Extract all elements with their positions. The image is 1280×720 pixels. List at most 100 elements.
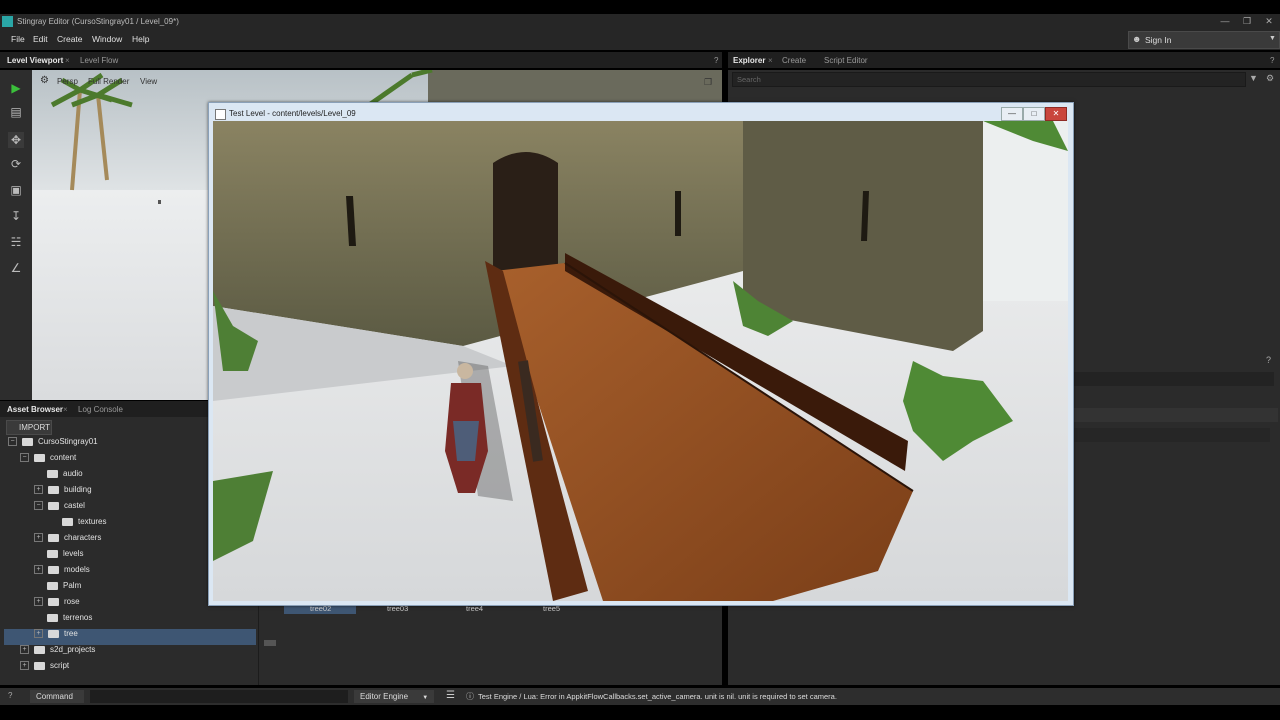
help-icon[interactable]: ? (1266, 355, 1271, 365)
place-icon[interactable]: ☵ (8, 234, 24, 250)
tree-item-s2d-projects[interactable]: + s2d_projects (4, 645, 256, 661)
title-bar: Stingray Editor (CursoStingray01 / Level… (0, 14, 1280, 30)
tab-asset-browser[interactable]: Asset Browser (7, 405, 63, 414)
scale-icon[interactable]: ▣ (8, 182, 24, 198)
expand-icon[interactable]: + (34, 533, 43, 543)
close-icon[interactable]: ✕ (1045, 107, 1067, 121)
list-icon[interactable]: ☰ (446, 690, 455, 701)
expand-icon[interactable]: + (20, 645, 29, 655)
tool-strip: ▶ ▤ ✥ ⟳ ▣ ↧ ☵ ∠ (0, 70, 32, 400)
chevron-down-icon: ▼ (1269, 35, 1276, 42)
menu-help[interactable]: Help (132, 34, 149, 44)
import-button[interactable]: IMPORT (6, 420, 52, 435)
tree-label: s2d_projects (50, 645, 96, 654)
tree-label: terrenos (63, 613, 93, 622)
expand-icon[interactable]: + (34, 597, 43, 607)
help-icon[interactable]: ? (714, 56, 718, 65)
move-icon[interactable]: ✥ (8, 132, 24, 148)
scene-render (213, 121, 1068, 601)
command-dropdown[interactable]: Command ▼ (30, 690, 84, 714)
bottom-letterbox (0, 705, 1280, 720)
menu-file[interactable]: File (11, 34, 25, 44)
maximize-viewport-icon[interactable]: ❐ (704, 77, 712, 88)
top-letterbox (0, 0, 1280, 14)
folder-icon (48, 629, 59, 638)
menu-create[interactable]: Create (57, 34, 83, 44)
folder-icon (47, 581, 58, 590)
tab-level-flow[interactable]: Level Flow (80, 56, 118, 65)
test-level-window[interactable]: Test Level - content/levels/Level_09 — □… (208, 102, 1074, 606)
help-icon[interactable]: ? (8, 691, 12, 700)
tab-create[interactable]: Create (782, 56, 806, 65)
minimize-icon[interactable]: — (1216, 15, 1234, 27)
play-icon[interactable]: ▶ (8, 80, 24, 96)
expand-icon[interactable]: + (20, 661, 29, 671)
command-input[interactable] (90, 690, 348, 703)
help-icon[interactable]: ? (1270, 56, 1274, 65)
status-message: Test Engine / Lua: Error in AppkitFlowCa… (478, 692, 837, 701)
sign-in-label: Sign In (1145, 35, 1172, 45)
gear-icon[interactable]: ⚙ (40, 75, 49, 86)
tree-label: textures (78, 517, 107, 526)
viewport-toolbar: ⚙ Persp Full Render View ❐ (32, 70, 722, 92)
folder-icon (34, 453, 45, 462)
folder-icon (34, 645, 45, 654)
info-icon: ⓘ (466, 692, 474, 701)
window-title: Stingray Editor (CursoStingray01 / Level… (17, 17, 179, 26)
viewport-tab-bar: Level Viewport × Level Flow ? (0, 52, 722, 68)
menu-window[interactable]: Window (92, 34, 122, 44)
search-placeholder: Search (737, 75, 761, 84)
tree-label: content (50, 453, 77, 462)
folder-icon (47, 549, 58, 558)
tree-item-terrenos[interactable]: terrenos (4, 613, 256, 629)
tab-close-icon[interactable]: × (63, 405, 68, 414)
explorer-search-input[interactable]: Search (732, 72, 1246, 87)
folder-icon (47, 613, 58, 622)
persp-button[interactable]: Persp (57, 77, 78, 86)
user-icon: ☻ (1132, 34, 1142, 44)
minimize-icon[interactable]: — (1001, 107, 1023, 121)
tab-explorer[interactable]: Explorer (733, 56, 765, 65)
collapse-icon[interactable]: − (8, 437, 17, 447)
collapse-icon[interactable]: − (34, 501, 43, 511)
tree-item-tree[interactable]: + tree (4, 629, 256, 645)
rotate-icon[interactable]: ⟳ (8, 156, 24, 172)
gamepad-icon[interactable]: ▤ (8, 104, 24, 120)
render-mode-button[interactable]: Full Render (88, 77, 129, 86)
tab-close-icon[interactable]: × (768, 56, 773, 65)
folder-icon (48, 533, 59, 542)
measure-icon[interactable]: ∠ (8, 260, 24, 276)
tree-label: castel (64, 501, 85, 510)
folder-icon (62, 517, 73, 526)
folder-icon (48, 501, 59, 510)
collapse-icon[interactable]: − (20, 453, 29, 463)
view-button[interactable]: View (140, 77, 157, 86)
tab-log-console[interactable]: Log Console (78, 405, 123, 414)
tab-script-editor[interactable]: Script Editor (824, 56, 868, 65)
engine-dropdown[interactable]: Editor Engine ▼ (354, 690, 434, 703)
tree-label: script (50, 661, 70, 670)
folder-icon (34, 661, 45, 670)
tab-close-icon[interactable]: × (65, 56, 70, 65)
expand-icon[interactable]: + (34, 485, 43, 495)
settings-icon[interactable]: ⚙ (1266, 73, 1274, 84)
maximize-icon[interactable]: □ (1023, 107, 1045, 121)
property-row (1074, 408, 1278, 422)
menu-bar: File Edit Create Window Help (0, 30, 1280, 50)
explorer-tab-bar: Explorer × Create Script Editor ? (728, 52, 1280, 68)
expand-icon[interactable]: + (34, 565, 43, 575)
expand-icon[interactable]: + (34, 629, 43, 639)
close-icon[interactable]: ✕ (1260, 15, 1278, 27)
sign-in-dropdown[interactable]: ☻ Sign In ▼ (1128, 31, 1280, 49)
property-field[interactable] (1074, 428, 1270, 442)
thumbnail-size-slider[interactable] (264, 640, 276, 646)
snap-icon[interactable]: ↧ (8, 208, 24, 224)
property-search-input[interactable] (1074, 372, 1274, 386)
menu-edit[interactable]: Edit (33, 34, 48, 44)
filter-icon[interactable]: ▼ (1249, 73, 1258, 83)
tree-label: tree (64, 629, 78, 638)
tree-item-script[interactable]: + script (4, 661, 256, 677)
tab-level-viewport[interactable]: Level Viewport (7, 56, 63, 65)
game-scene[interactable] (213, 121, 1068, 601)
maximize-icon[interactable]: ❐ (1238, 15, 1256, 27)
